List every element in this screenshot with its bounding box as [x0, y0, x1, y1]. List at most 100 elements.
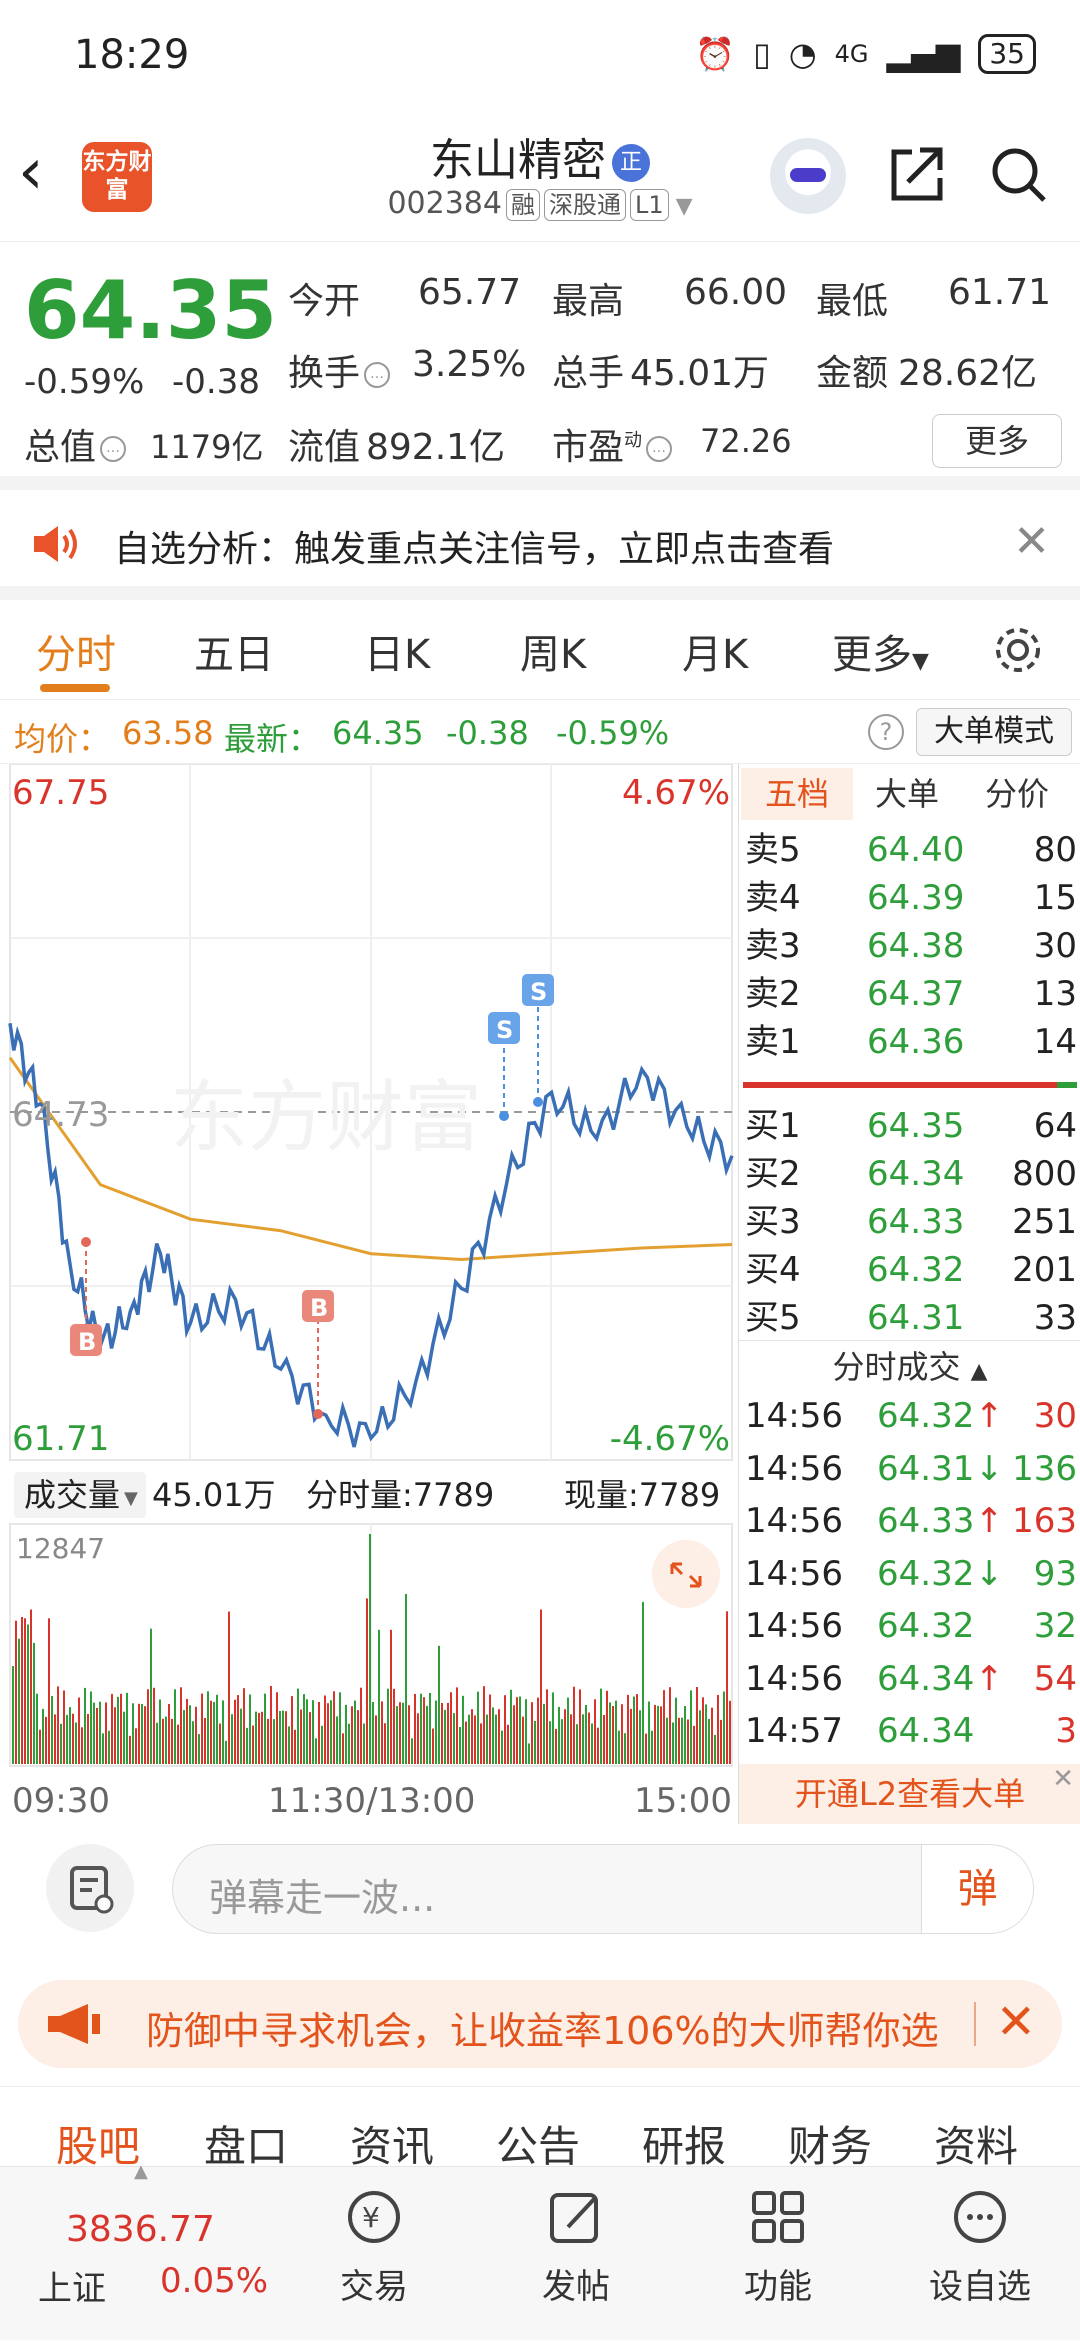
volume-bar: [723, 1691, 725, 1764]
tab-finance[interactable]: 财务: [788, 2113, 872, 2174]
ask-row[interactable]: 卖5 64.40 80: [739, 826, 1080, 874]
info-icon[interactable]: …: [100, 436, 127, 462]
close-icon[interactable]: ✕: [1013, 516, 1050, 567]
volume-bar: [408, 1705, 410, 1764]
volume-bar: [483, 1686, 485, 1764]
volume-bar: [696, 1687, 698, 1764]
nav-post[interactable]: 发帖: [496, 2167, 656, 2341]
volume-bar: [279, 1711, 281, 1764]
tab-pankou[interactable]: 盘口: [204, 2113, 288, 2174]
intraday-chart[interactable]: 东方财富 B B S S 67.75 64.73 61.71 4.67% -4.…: [0, 763, 736, 1824]
volume-bar: [84, 1687, 86, 1764]
volume-bar: [270, 1686, 272, 1764]
volume-bar: [108, 1730, 110, 1764]
tab-5day[interactable]: 五日: [194, 622, 274, 680]
help-icon[interactable]: ?: [868, 714, 904, 750]
volume-bar: [390, 1629, 392, 1764]
sell-marker[interactable]: S: [522, 974, 554, 1107]
danmu-send-button[interactable]: 弹: [921, 1845, 1033, 1933]
stock-header: ‹ 东方财富 东山精密正 002384 融深股通 L1 ▼: [0, 110, 1080, 242]
danmu-input[interactable]: 弹幕走一波... 弹: [172, 1844, 1034, 1934]
tab-weekly-k[interactable]: 周K: [520, 622, 586, 680]
volume-bar: [600, 1688, 602, 1764]
gear-icon[interactable]: [990, 622, 1046, 678]
index-ticker[interactable]: ▲ 3836.77 上证 0.05%: [0, 2161, 280, 2341]
robot-assistant-icon[interactable]: [770, 138, 846, 214]
tick-price: 64.32: [877, 1396, 975, 1436]
bid-row[interactable]: 买2 64.34 800: [739, 1150, 1080, 1198]
bid-row[interactable]: 买5 64.31 33: [739, 1294, 1080, 1342]
volume-bar: [495, 1714, 497, 1764]
tab-price-dist[interactable]: 分价: [985, 768, 1049, 820]
tab-intraday[interactable]: 分时: [36, 622, 116, 680]
volume-bar: [456, 1687, 458, 1764]
volume-bar: [273, 1719, 275, 1764]
volume-bar: [405, 1594, 407, 1764]
ask-row[interactable]: 卖3 64.38 30: [739, 922, 1080, 970]
tab-research[interactable]: 研报: [642, 2113, 726, 2174]
volume-bar: [327, 1703, 329, 1764]
more-button[interactable]: 更多: [932, 414, 1062, 468]
tab-more[interactable]: 更多▼: [832, 622, 929, 680]
status-time: 18:29: [74, 32, 190, 78]
intraday-chart-svg[interactable]: 东方财富 B B S S 67.75 64.73 61.71 4.67% -4.…: [0, 763, 736, 1824]
close-icon[interactable]: ✕: [1052, 1764, 1074, 1794]
tab-profile[interactable]: 资料: [934, 2113, 1018, 2174]
bid-row[interactable]: 买4 64.32 201: [739, 1246, 1080, 1294]
nav-add-watchlist[interactable]: 设自选: [900, 2167, 1060, 2341]
tab-announcements[interactable]: 公告: [496, 2113, 580, 2174]
volume-bar: [354, 1700, 356, 1764]
tab-big-orders[interactable]: 大单: [875, 768, 939, 820]
close-icon[interactable]: ✕: [996, 1994, 1036, 2050]
ticks-title[interactable]: 分时成交 ▲: [739, 1340, 1080, 1392]
volume-bar: [66, 1714, 68, 1764]
tab-news[interactable]: 资讯: [350, 2113, 434, 2174]
volume-bar: [204, 1718, 206, 1764]
volume-bar: [54, 1714, 56, 1764]
volume-bar: [348, 1723, 350, 1764]
stock-name: 东山精密: [430, 135, 606, 186]
chevron-down-icon: ▼: [912, 649, 929, 674]
buy-marker[interactable]: B: [70, 1237, 102, 1356]
tab-daily-k[interactable]: 日K: [364, 622, 430, 680]
buy-marker[interactable]: B: [302, 1290, 334, 1419]
bid-row[interactable]: 买3 64.33 251: [739, 1198, 1080, 1246]
analysis-alert[interactable]: 自选分析：触发重点关注信号，立即点击查看 ✕: [0, 490, 1080, 600]
tab-five-levels[interactable]: 五档: [741, 768, 853, 820]
volume-bar: [387, 1688, 389, 1764]
promo-banner[interactable]: 防御中寻求机会，让收益率106%的大师帮你选 ✕: [18, 1980, 1062, 2068]
volume-bar: [21, 1617, 23, 1764]
volume-bar: [609, 1702, 611, 1764]
ask-row[interactable]: 卖1 64.36 14: [739, 1018, 1080, 1066]
l2-banner[interactable]: 开通L2查看大单: [739, 1764, 1080, 1824]
volume-bar: [195, 1706, 197, 1764]
share-icon[interactable]: [888, 144, 944, 204]
nav-trade[interactable]: ¥ 交易: [294, 2167, 454, 2341]
big-order-mode-button[interactable]: 大单模式: [916, 708, 1072, 756]
volume-bar: [618, 1730, 620, 1764]
info-icon[interactable]: …: [646, 436, 673, 462]
status-icons: ⏰ ▯ ◔ 4G ▂▄▆ 35: [695, 34, 1036, 74]
tick-time: 14:56: [745, 1606, 843, 1646]
tab-guba[interactable]: 股吧: [56, 2113, 140, 2174]
tab-monthly-k[interactable]: 月K: [682, 622, 748, 680]
ask-row[interactable]: 卖2 64.37 13: [739, 970, 1080, 1018]
search-icon[interactable]: [990, 146, 1048, 204]
volume-tick-label: 分时量:7789: [306, 1476, 494, 1514]
volume-bar: [681, 1717, 683, 1764]
volume-bar: [531, 1702, 533, 1764]
bid-row[interactable]: 买1 64.35 64: [739, 1102, 1080, 1150]
sell-marker[interactable]: S: [488, 1012, 520, 1121]
expand-icon[interactable]: [652, 1540, 720, 1608]
info-icon[interactable]: …: [364, 362, 391, 388]
float-value: 892.1亿: [366, 427, 506, 468]
danmu-settings-button[interactable]: [46, 1844, 134, 1932]
volume-bar: [417, 1713, 419, 1764]
nav-functions[interactable]: 功能: [698, 2167, 858, 2341]
volume-bar: [183, 1710, 185, 1764]
volume-bar: [147, 1689, 149, 1764]
ask-row[interactable]: 卖4 64.39 15: [739, 874, 1080, 922]
volume-bar: [117, 1696, 119, 1764]
volume-bar: [87, 1714, 89, 1764]
volume-value: 45.01万: [630, 353, 770, 394]
